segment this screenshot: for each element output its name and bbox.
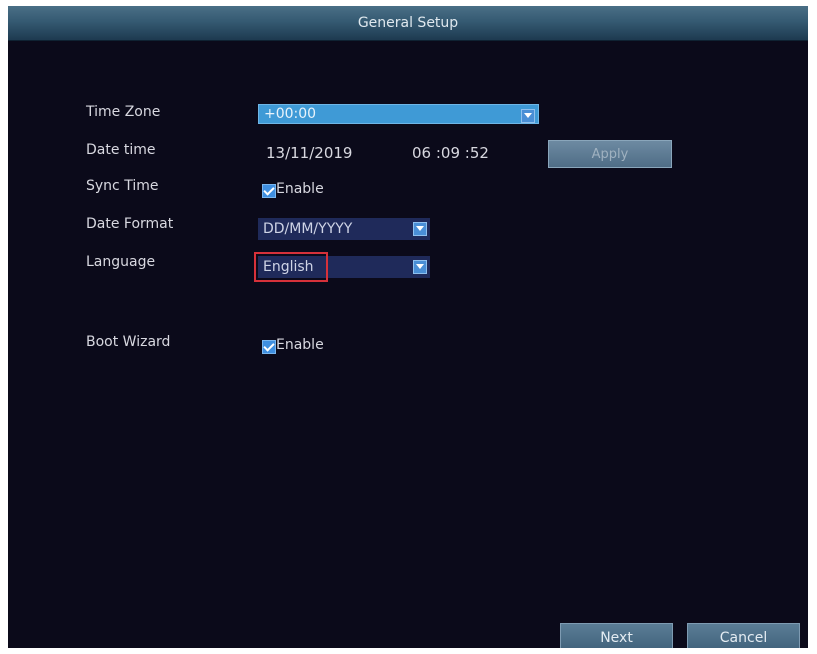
boot-wizard-label: Boot Wizard: [86, 334, 171, 350]
time-value[interactable]: 06 :09 :52: [412, 144, 489, 162]
date-format-value: DD/MM/YYYY: [263, 221, 353, 237]
date-value[interactable]: 13/11/2019: [266, 144, 352, 162]
next-button[interactable]: Next: [560, 623, 673, 648]
boot-wizard-checkbox-icon[interactable]: [262, 340, 276, 354]
chevron-down-icon[interactable]: [413, 222, 427, 236]
window-title: General Setup: [357, 15, 459, 31]
cancel-button[interactable]: Cancel: [687, 623, 800, 648]
date-format-label: Date Format: [86, 216, 174, 232]
language-highlight-box: [254, 252, 328, 282]
sync-time-checkbox-icon[interactable]: [262, 184, 276, 198]
title-bar: General Setup: [8, 6, 808, 41]
time-zone-value: +00:00: [264, 106, 317, 122]
chevron-down-icon[interactable]: [521, 109, 535, 123]
sync-time-label: Sync Time: [86, 178, 159, 194]
date-time-label: Date time: [86, 142, 156, 158]
general-setup-window: General Setup Time Zone +00:00 Date time…: [8, 6, 808, 648]
time-zone-dropdown[interactable]: +00:00: [258, 104, 539, 124]
language-label: Language: [86, 254, 156, 270]
date-format-dropdown[interactable]: DD/MM/YYYY: [258, 218, 430, 240]
chevron-down-icon[interactable]: [413, 260, 427, 274]
time-zone-label: Time Zone: [86, 104, 161, 120]
sync-time-enable-label: Enable: [276, 181, 324, 197]
apply-button[interactable]: Apply: [548, 140, 672, 168]
boot-wizard-enable-label: Enable: [276, 337, 324, 353]
